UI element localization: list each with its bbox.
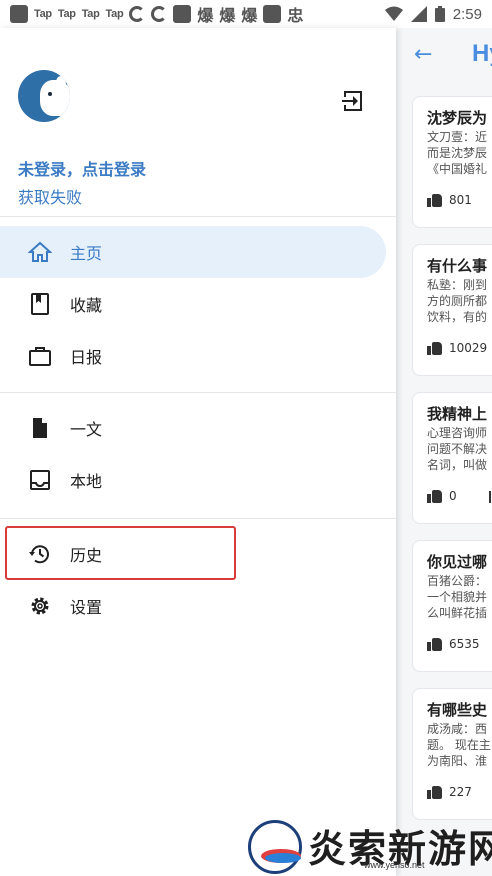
- nav-item-one-article[interactable]: 一文: [0, 402, 386, 454]
- card-title: 我精神上: [427, 405, 488, 423]
- card-excerpt-line: 名词，叫做: [427, 458, 488, 472]
- like-count: 801: [427, 193, 472, 207]
- app-notification-icon: [263, 5, 282, 23]
- system-icons: 2:59: [384, 4, 482, 24]
- taptap-icon: Tap: [81, 8, 100, 20]
- main-header: ← Hy: [396, 28, 492, 84]
- bookmark-icon: [31, 293, 49, 315]
- comment-icon: [489, 491, 491, 503]
- like-number: 10029: [449, 341, 488, 355]
- card-excerpt-line: 心理咨询师: [427, 426, 488, 440]
- nav-item-local[interactable]: 本地: [0, 454, 386, 506]
- card-excerpt-line: 么叫鲜花插: [427, 606, 488, 620]
- thumbs-up-icon: [427, 341, 443, 355]
- nav-label: 本地: [70, 472, 103, 491]
- nav-item-settings[interactable]: 设置: [0, 580, 386, 632]
- card-excerpt-line: 一个相貌并: [427, 590, 488, 604]
- card-excerpt-line: 私塾：刚到: [427, 278, 488, 292]
- taptap-icon: Tap: [105, 8, 124, 20]
- sync-icon: [151, 6, 168, 22]
- avatar[interactable]: [18, 70, 70, 122]
- card-excerpt-line: 成汤咸：西: [427, 722, 488, 736]
- taptap-icon: Tap: [34, 8, 52, 20]
- logo-swoosh: [265, 853, 301, 863]
- like-count: 10029: [427, 341, 487, 355]
- card-excerpt-line: 百猪公爵：: [427, 574, 488, 588]
- sync-icon: [129, 6, 146, 22]
- card-excerpt-line: 问题不解决: [427, 442, 488, 456]
- like-count: 6535: [427, 637, 480, 651]
- wifi-icon: [384, 6, 403, 21]
- nav-item-favorites[interactable]: 收藏: [0, 278, 386, 330]
- divider: [0, 392, 396, 393]
- app-notification-label: 忠: [287, 6, 304, 25]
- like-number: 0: [449, 489, 457, 503]
- card-excerpt-line: 文刀壹：近: [427, 130, 488, 144]
- avatar-ear: [56, 76, 66, 88]
- nav-label: 日报: [70, 348, 103, 367]
- thumbs-up-icon: [427, 785, 443, 799]
- nav-label: 一文: [70, 420, 103, 439]
- status-bar: Tap Tap Tap Tap 爆 爆 爆 忠 2:59: [0, 0, 492, 28]
- login-status: 获取失败: [18, 188, 83, 207]
- home-icon: [28, 241, 52, 262]
- page-title: Hy: [472, 40, 492, 67]
- card-excerpt-line: 题。 现在主: [427, 738, 491, 752]
- card-excerpt-line: 《中国婚礼: [427, 162, 488, 176]
- like-count: 227: [427, 785, 472, 799]
- divider: [0, 216, 396, 217]
- card-excerpt-line: 而是沈梦辰: [427, 146, 488, 160]
- watermark-url: www.yenso.net: [364, 860, 425, 870]
- like-number: 801: [449, 193, 472, 207]
- document-icon: [33, 418, 47, 438]
- highlight-box: [5, 526, 236, 580]
- taptap-icon: Tap: [57, 8, 76, 20]
- card-title: 你见过哪: [427, 553, 488, 571]
- like-number: 227: [449, 785, 472, 799]
- card-excerpt-line: 饮料，有的: [427, 310, 488, 324]
- card-title: 沈梦辰为: [427, 109, 488, 127]
- nav-item-home[interactable]: 主页: [0, 226, 386, 278]
- thumbs-up-icon: [427, 193, 443, 207]
- question-card[interactable]: 有什么事 私塾：刚到 方的厕所都 饮料，有的 10029: [412, 244, 492, 376]
- clock: 2:59: [452, 5, 482, 23]
- card-excerpt-line: 为南阳、淮: [427, 754, 488, 768]
- thumbs-up-icon: [427, 489, 443, 503]
- app-notification-label: 爆: [197, 6, 214, 25]
- watermark: 炎索新游网 www.yenso.net: [244, 816, 492, 876]
- nav-label: 收藏: [70, 296, 103, 315]
- notification-icons: Tap Tap Tap Tap 爆 爆 爆 忠: [10, 4, 304, 25]
- divider: [0, 518, 396, 519]
- thumbs-up-icon: [427, 637, 443, 651]
- question-card[interactable]: 有哪些史 成汤咸：西 题。 现在主 为南阳、淮 227: [412, 688, 492, 820]
- inbox-icon: [30, 470, 50, 490]
- question-card[interactable]: 沈梦辰为 文刀壹：近 而是沈梦辰 《中国婚礼 801: [412, 96, 492, 228]
- card-title: 有哪些史: [427, 701, 488, 719]
- signal-icon: [410, 6, 427, 22]
- question-card[interactable]: 我精神上 心理咨询师 问题不解决 名词，叫做 0: [412, 392, 492, 524]
- card-title: 有什么事: [427, 257, 488, 275]
- main-page: ← Hy 沈梦辰为 文刀壹：近 而是沈梦辰 《中国婚礼 801 有什么事 私塾：…: [396, 28, 492, 876]
- logout-icon[interactable]: [340, 88, 366, 114]
- like-count: 0: [427, 489, 457, 503]
- card-excerpt-line: 方的厕所都: [427, 294, 488, 308]
- watermark-logo: [248, 820, 302, 874]
- nav-label: 主页: [70, 244, 103, 263]
- nav-label: 设置: [70, 598, 103, 617]
- login-prompt[interactable]: 未登录，点击登录: [18, 156, 146, 180]
- navigation-drawer: 未登录，点击登录 获取失败 主页 收藏 日报 一文 本地 历史 设置: [0, 28, 396, 876]
- app-notification-icon: [173, 5, 192, 23]
- back-arrow-icon[interactable]: ←: [414, 42, 432, 67]
- battery-icon: [434, 6, 445, 22]
- like-number: 6535: [449, 637, 480, 651]
- nav-item-daily[interactable]: 日报: [0, 330, 386, 382]
- question-card[interactable]: 你见过哪 百猪公爵： 一个相貌并 么叫鲜花插 6535: [412, 540, 492, 672]
- avatar-face: [40, 80, 70, 116]
- app-notification-label: 爆: [241, 6, 258, 25]
- gear-icon: [31, 597, 49, 615]
- app-notification-label: 爆: [219, 6, 236, 25]
- avatar-eye: [48, 92, 52, 96]
- briefcase-icon: [29, 347, 51, 366]
- app-notification-icon: [10, 5, 28, 23]
